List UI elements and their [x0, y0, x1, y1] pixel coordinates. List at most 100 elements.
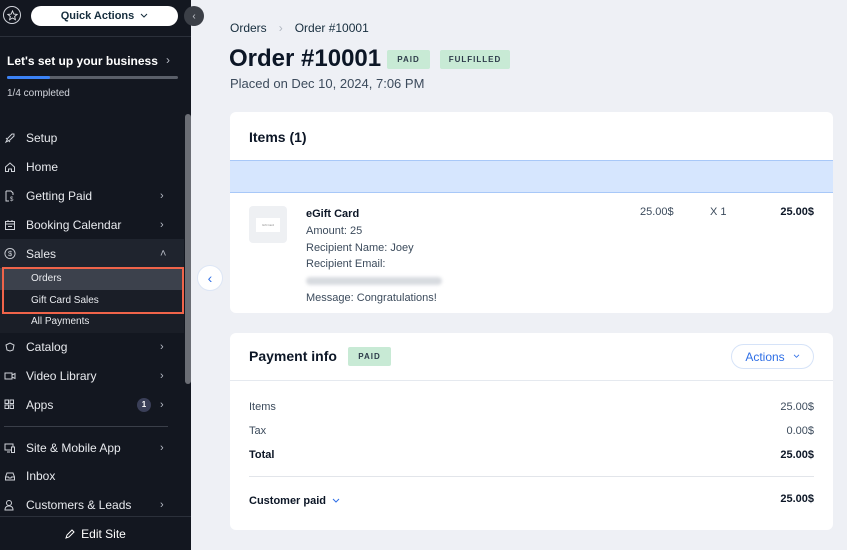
- paid-status-badge: PAID: [387, 50, 430, 69]
- quick-actions-row: Quick Actions: [0, 5, 191, 29]
- quick-actions-label: Quick Actions: [60, 10, 135, 22]
- items-banner: [230, 160, 833, 193]
- items-card: Items (1) Gift Card eGift Card Amount: 2…: [230, 112, 833, 313]
- dollar-icon: $: [4, 248, 16, 260]
- invoice-icon: $: [4, 190, 16, 202]
- item-quantity: X 1: [710, 206, 727, 218]
- sidebar-item-label: Setup: [26, 131, 58, 146]
- sidebar-item-label: Video Library: [26, 368, 97, 383]
- apps-icon: [4, 399, 16, 411]
- item-amount: Amount: 25: [306, 224, 363, 237]
- expand-panel-button[interactable]: ‹: [197, 265, 223, 291]
- row-value: 0.00$: [786, 425, 814, 437]
- item-name[interactable]: eGift Card: [306, 206, 442, 223]
- redacted-text: [306, 277, 442, 286]
- fulfilled-status-badge: FULFILLED: [440, 50, 510, 69]
- customer-paid-label: Customer paid: [249, 495, 327, 507]
- chevron-right-icon: ›: [160, 398, 164, 411]
- rocket-icon: [4, 132, 16, 144]
- sidebar-item-catalog[interactable]: Catalog ›: [0, 333, 184, 362]
- catalog-icon: [4, 341, 16, 353]
- row-label: Items: [249, 401, 276, 413]
- customer-paid-value: 25.00$: [780, 493, 814, 505]
- edit-site-button[interactable]: Edit Site: [0, 516, 191, 550]
- sidebar-item-sales[interactable]: $ Sales ˄: [0, 239, 184, 268]
- item-price: 25.00$: [640, 206, 674, 218]
- favorites-button[interactable]: [3, 6, 21, 24]
- sidebar-item-label: Booking Calendar: [26, 217, 122, 232]
- divider: [0, 419, 184, 433]
- chevron-down-icon: [793, 354, 799, 358]
- gift-card-image: Gift Card: [256, 217, 280, 232]
- chevron-right-icon[interactable]: ›: [166, 53, 170, 67]
- sidebar-item-apps[interactable]: Apps 1 ›: [0, 390, 184, 419]
- chevron-right-icon: ›: [160, 441, 164, 454]
- divider: [249, 476, 814, 477]
- item-total: 25.00$: [780, 206, 814, 218]
- pencil-icon: [65, 528, 75, 539]
- item-details: eGift Card Amount: 25 Recipient Name: Jo…: [306, 206, 442, 307]
- item-recipient-email-redacted: [306, 273, 442, 290]
- main-content: Orders › Order #10001 Order #10001 PAID …: [191, 0, 847, 550]
- devices-icon: [4, 442, 16, 454]
- actions-label: Actions: [745, 349, 785, 364]
- payment-info-card: Payment info PAID Actions Items 25.00$ T…: [230, 333, 833, 530]
- video-icon: [4, 370, 16, 382]
- payment-row-tax: Tax 0.00$: [249, 425, 814, 437]
- people-icon: [4, 499, 16, 511]
- chevron-up-icon: ˄: [160, 247, 167, 260]
- sidebar-item-label: Home: [26, 160, 59, 175]
- setup-business-title[interactable]: Let's set up your business: [7, 54, 158, 68]
- item-recipient-email-label: Recipient Email:: [306, 258, 386, 271]
- sidebar-item-label: Inbox: [26, 469, 56, 484]
- sidebar-item-booking-calendar[interactable]: Booking Calendar ›: [0, 210, 184, 239]
- setup-progress-text: 1/4 completed: [7, 88, 70, 99]
- chevron-right-icon: ›: [160, 499, 164, 512]
- sidebar-item-setup[interactable]: Setup: [0, 124, 184, 153]
- payment-row-items: Items 25.00$: [249, 401, 814, 413]
- notification-badge: 1: [137, 397, 151, 412]
- divider: [230, 380, 833, 381]
- sidebar-item-site-mobile-app[interactable]: Site & Mobile App ›: [0, 433, 184, 462]
- chevron-right-icon: ›: [160, 369, 164, 382]
- sidebar: Quick Actions Let's set up your business…: [0, 0, 191, 550]
- breadcrumb-orders-link[interactable]: Orders: [230, 21, 267, 35]
- item-message: Message: Congratulations!: [306, 291, 437, 304]
- setup-progress-fill: [7, 76, 50, 79]
- sidebar-subitem-all-payments[interactable]: All Payments: [0, 311, 184, 333]
- item-recipient-name: Recipient Name: Joey: [306, 241, 414, 254]
- actions-dropdown-button[interactable]: Actions: [731, 344, 814, 369]
- sidebar-subitem-orders[interactable]: Orders: [0, 267, 184, 290]
- sidebar-item-label: Site & Mobile App: [26, 440, 121, 455]
- sidebar-item-label: Customers & Leads: [26, 498, 132, 513]
- quick-actions-button[interactable]: Quick Actions: [31, 6, 178, 26]
- home-icon: [4, 161, 16, 173]
- chevron-right-icon: ›: [160, 189, 164, 202]
- sidebar-item-home[interactable]: Home: [0, 153, 184, 182]
- page-title: Order #10001: [229, 45, 382, 72]
- chevron-right-icon: ›: [160, 218, 164, 231]
- sidebar-item-label: Sales: [26, 246, 57, 261]
- sidebar-item-video-library[interactable]: Video Library ›: [0, 362, 184, 391]
- row-value: 25.00$: [780, 401, 814, 413]
- payment-info-title: Payment info: [249, 348, 337, 364]
- sidebar-nav: Setup Home $ Getting Paid › Booking Cale…: [0, 124, 184, 520]
- breadcrumb: Orders › Order #10001: [230, 21, 369, 35]
- sidebar-subitem-gift-card-sales[interactable]: Gift Card Sales: [0, 289, 184, 312]
- chevron-right-icon: ›: [160, 341, 164, 354]
- payment-row-total: Total 25.00$: [249, 449, 814, 461]
- star-icon: [6, 9, 18, 21]
- row-value: 25.00$: [780, 449, 814, 461]
- svg-text:$: $: [10, 197, 14, 202]
- edit-site-label: Edit Site: [81, 526, 126, 541]
- customer-paid-toggle[interactable]: Customer paid: [249, 495, 340, 507]
- sidebar-item-inbox[interactable]: Inbox: [0, 462, 184, 491]
- calendar-icon: [4, 219, 16, 231]
- divider: [0, 36, 191, 37]
- sidebar-item-label: Catalog: [26, 340, 68, 355]
- items-card-title: Items (1): [249, 129, 307, 145]
- sidebar-item-label: Getting Paid: [26, 188, 93, 203]
- setup-progress-bar: [7, 76, 178, 79]
- sidebar-item-getting-paid[interactable]: $ Getting Paid ›: [0, 182, 184, 211]
- svg-text:$: $: [8, 249, 12, 258]
